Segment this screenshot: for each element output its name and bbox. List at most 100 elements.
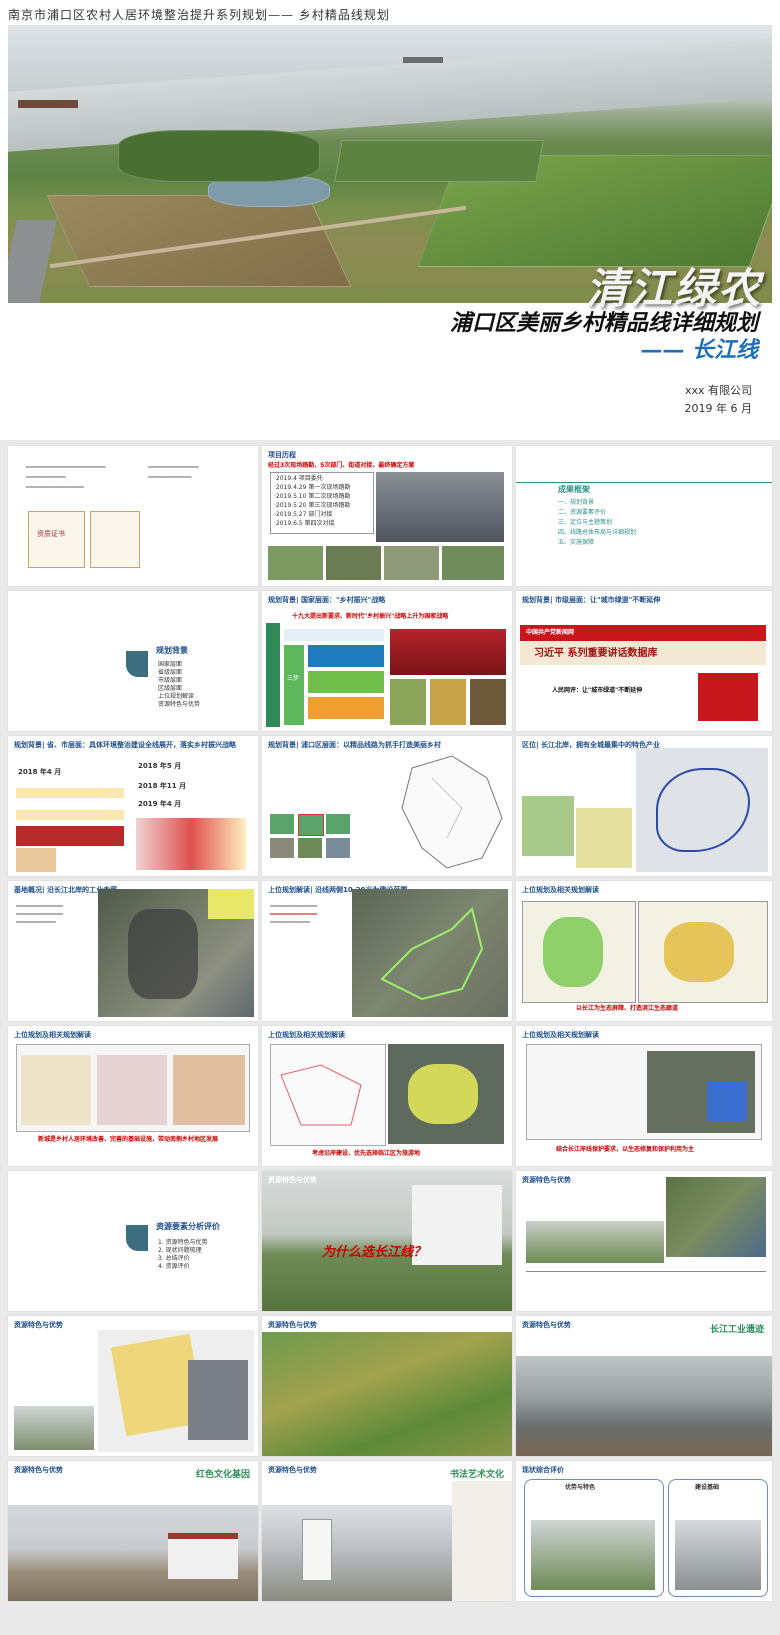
- evaluation-photo: [531, 1520, 655, 1590]
- site-photo: [384, 546, 439, 580]
- slide-upper-plan-1[interactable]: 上位规划及相关规划解读 以长江为生态屏障、打造滨江生态廊道: [516, 881, 772, 1021]
- district-outline-map: [401, 755, 503, 869]
- category-photo: [326, 838, 350, 858]
- slide-calligraphy-culture[interactable]: 资源特色与优势 书法艺术文化: [262, 1461, 512, 1601]
- text-line: ━━━━━━━━━━━━━: [270, 911, 317, 918]
- slide-location[interactable]: 区位| 长江北岸，拥有全城最集中的特色产业: [516, 736, 772, 876]
- slide-industrial-heritage[interactable]: 资源特色与优势 长江工业遗迹: [516, 1316, 772, 1456]
- slide-outline[interactable]: 成果框架 一、规划背景 二、资源要素评价 三、定位与主题策划 四、线路总体布局与…: [516, 446, 772, 586]
- slide-resources-2[interactable]: 资源特色与优势: [8, 1316, 258, 1456]
- plan-map: [97, 1055, 167, 1125]
- satellite-map: [647, 1051, 755, 1133]
- info-line: ━━━━━━━━━━━: [26, 474, 66, 481]
- slide-upper-plan-4[interactable]: 上位规划及相关规划解读 结合长江岸线保护要求，以生态修复和保护利用为主: [516, 1026, 772, 1166]
- slide-upper-plan-2[interactable]: 上位规划及相关规划解读 新城是乡村人居环境改善、完善的基础设施，带动南侧乡村地区…: [8, 1026, 258, 1166]
- plan-map: [270, 1044, 386, 1146]
- news-header: 习近平 系列重要讲话数据库: [520, 641, 766, 665]
- slide-red-culture[interactable]: 资源特色与优势 红色文化基因: [8, 1461, 258, 1601]
- tree-belt: [118, 130, 320, 182]
- gate-shape: [302, 1519, 332, 1581]
- slide-title: 上位规划及相关规划解读: [14, 1031, 91, 1039]
- strategy-header: [284, 629, 384, 641]
- plan-panel: [16, 1044, 250, 1132]
- text-line: ━━━━━━━━━━━━━: [16, 903, 63, 910]
- slide-why-yangtze[interactable]: 资源特色与优势 为什么选长江线？: [262, 1171, 512, 1311]
- slide-tag: 书法艺术文化: [449, 1470, 504, 1480]
- info-line: ━━━━━━━━━━━━━━: [148, 464, 199, 471]
- slide-title: 资源特色与优势: [14, 1466, 63, 1474]
- meeting-photo: [376, 472, 504, 542]
- slide-upper-plan-3[interactable]: 上位规划及相关规划解读 考虑沿岸建设、优先选择临江区为旅游地: [262, 1026, 512, 1166]
- legend-box: [208, 889, 254, 919]
- satellite-map: [352, 889, 508, 1017]
- box-title: 优势与特色: [565, 1484, 596, 1491]
- cover-slide[interactable]: 南京市浦口区农村人居环境整治提升系列规划—— 乡村精品线规划 清江绿农 浦口区美…: [0, 0, 780, 440]
- calligraphy-image: [452, 1481, 512, 1601]
- timeline-item: ·2019.4 项目委托: [274, 475, 323, 482]
- slide-project-history[interactable]: 项目历程 经过3次现场踏勘、5次部门、街道对接，最终确定方案 ·2019.4 项…: [262, 446, 512, 586]
- slide-resources-1[interactable]: 资源特色与优势: [516, 1171, 772, 1311]
- slide-caption: 以长江为生态屏障、打造滨江生态廊道: [576, 1005, 679, 1012]
- slide-site-overview[interactable]: 基地概况| 沿长江北岸的工业走廊 ━━━━━━━━━━━━━ ━━━━━━━━━…: [8, 881, 258, 1021]
- slide-comprehensive-evaluation[interactable]: 现状综合评价 优势与特色 建设基础: [516, 1461, 772, 1601]
- step-label: 三步: [287, 675, 300, 682]
- section-item: 区级层面: [158, 685, 183, 692]
- slide-title: 规划背景| 市级层面：让"城市绿道"不断延伸: [522, 596, 661, 604]
- category-card: [326, 814, 350, 834]
- category-card: [298, 814, 324, 836]
- document-photo: [16, 848, 56, 872]
- slide-caption: 新城是乡村人居环境改善、完善的基础设施，带动南侧乡村地区发展: [38, 1136, 219, 1143]
- slide-title: 资源特色与优势: [522, 1321, 571, 1329]
- slide-scope[interactable]: 上位规划解读| 沿线两侧10-20米为建设范围 ━━━━━━━━━━━━━ ━━…: [262, 881, 512, 1021]
- yellow-zone: [408, 1064, 478, 1124]
- book-cover: [698, 673, 758, 721]
- river-band: [8, 38, 772, 152]
- section-marker-icon: [126, 1225, 148, 1251]
- gate-photo: [262, 1505, 452, 1601]
- info-line: ━━━━━━━━━━━━━━━━: [26, 484, 84, 491]
- section-item: 省级层面: [158, 669, 183, 676]
- slide-resources-3[interactable]: 资源特色与优势: [262, 1316, 512, 1456]
- evaluation-box: 建设基础: [668, 1479, 768, 1597]
- divider: [516, 482, 772, 483]
- outline-item: 一、规划背景: [558, 499, 595, 506]
- slide-provincial-policy[interactable]: 规划背景| 省、市层面：具体环境整治建设全线展开，落实乡村振兴战略 2018 年…: [8, 736, 258, 876]
- site-photo: [326, 546, 381, 580]
- farmland-photo: [262, 1332, 512, 1456]
- building-shape: [168, 1533, 238, 1579]
- text-line: ━━━━━━━━━━━: [270, 919, 310, 926]
- meeting-photo: [16, 826, 124, 846]
- site-photo: [268, 546, 323, 580]
- province-map: [576, 808, 632, 868]
- water-zone: [707, 1081, 747, 1121]
- policy-date: 2019 年4 月: [138, 800, 182, 808]
- timeline-item: ·2019.4.29 第一次现场踏勘: [274, 484, 351, 491]
- slide-title: 资源特色与优势: [268, 1176, 317, 1184]
- certificate-title: 资质证书: [37, 530, 65, 538]
- strategy-side-bar: [266, 623, 280, 727]
- satellite-map: [98, 889, 254, 1017]
- text-line: ━━━━━━━━━━━━━: [16, 911, 63, 918]
- section-diagram: [526, 1271, 766, 1306]
- slide-district-level[interactable]: 规划背景| 浦口区层面：以精品线路为抓手打造美丽乡村: [262, 736, 512, 876]
- strategy-step-bar: 三步: [284, 645, 304, 725]
- slide-national-strategy[interactable]: 规划背景| 国家层面："乡村振兴"战略 十九大提出新要求、新时代"乡村振兴"战略…: [262, 591, 512, 731]
- news-title: 习近平 系列重要讲话数据库: [534, 648, 658, 659]
- evaluation-photo: [675, 1520, 761, 1590]
- green-zone: [543, 917, 603, 987]
- slide-section-resources[interactable]: 资源要素分析评价 1. 资源特色与优势 2. 现状问题梳理 3. 总结评价 4.…: [8, 1171, 258, 1311]
- site-area: [128, 909, 198, 999]
- slide-tag: 长江工业遗迹: [709, 1325, 764, 1335]
- text-line: ━━━━━━━━━━━━━: [270, 903, 317, 910]
- slide-credentials[interactable]: ━━━━━━━━━━━━━━━━━━━━━━ ━━━━━━━━━━━ ━━━━━…: [8, 446, 258, 586]
- section-heading: 资源要素分析评价: [156, 1222, 220, 1231]
- slide-title: 现状综合评价: [522, 1466, 564, 1474]
- slide-section-background[interactable]: 规划背景 国家层面 省级层面 市级层面 区级层面 上位规划解读 资源特色与优势: [8, 591, 258, 731]
- slide-caption: 考虑沿岸建设、优先选择临江区为旅游地: [312, 1150, 421, 1157]
- outline-item: 四、线路总体布局与详细规划: [558, 529, 637, 536]
- strategy-goal: [308, 645, 384, 667]
- outline-item: 三、定位与主题策划: [558, 519, 613, 526]
- policy-booklets: [136, 818, 246, 870]
- port-photo: [516, 1356, 772, 1456]
- slide-city-greenway[interactable]: 规划背景| 市级层面：让"城市绿道"不断延伸 中国共产党新闻网 习近平 系列重要…: [516, 591, 772, 731]
